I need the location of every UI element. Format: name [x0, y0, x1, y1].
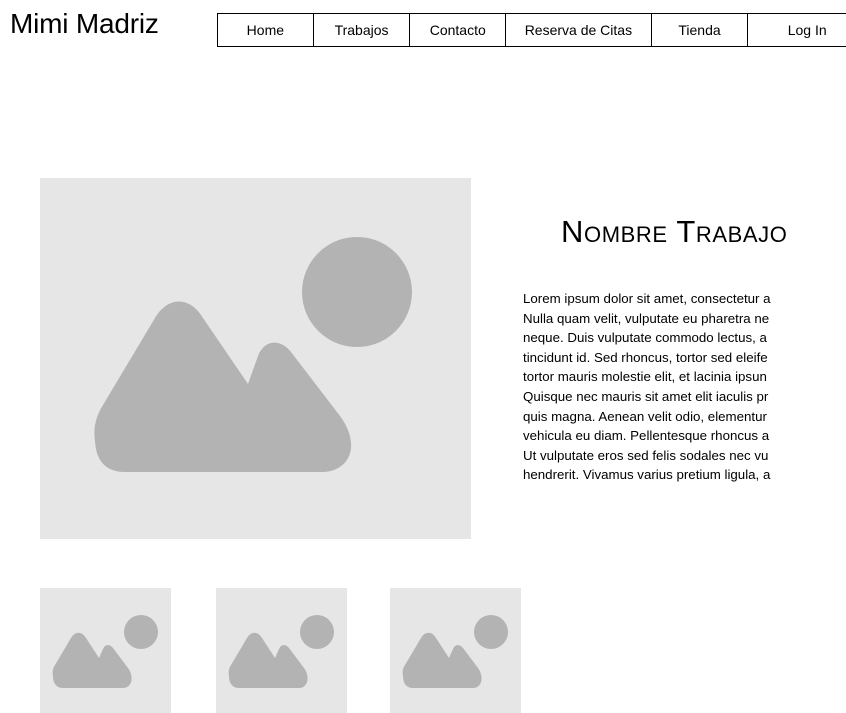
thumbnail-2[interactable]	[216, 588, 347, 713]
nav-item-tienda[interactable]: Tienda	[652, 14, 749, 46]
site-title[interactable]: Mimi Madriz	[10, 6, 159, 42]
description-line: hendrerit. Vivamus varius pretium ligula…	[523, 467, 771, 483]
thumbnail-3[interactable]	[390, 588, 521, 713]
description-line: neque. Duis vulputate commodo lectus, a	[523, 330, 767, 346]
description-line: Quisque nec mauris sit amet elit iaculis…	[523, 388, 769, 404]
nav-item-contacto[interactable]: Contacto	[410, 14, 507, 46]
description-line: Lorem ipsum dolor sit amet, consectetur …	[523, 291, 771, 306]
work-description: Lorem ipsum dolor sit amet, consectetur …	[523, 289, 771, 485]
image-placeholder-icon	[94, 237, 412, 472]
nav-item-trabajos[interactable]: Trabajos	[314, 14, 411, 46]
description-line: tortor mauris molestie elit, et lacinia …	[523, 369, 767, 385]
image-placeholder-icon	[228, 615, 334, 688]
description-line: Ut vulputate eros sed felis sodales nec …	[523, 447, 769, 463]
work-title: Nombre Trabajo	[561, 214, 788, 249]
description-line: vehicula eu diam. Pellentesque rhoncus a	[523, 428, 770, 444]
nav-item-reserva-de-citas[interactable]: Reserva de Citas	[506, 14, 652, 46]
image-placeholder-icon	[52, 615, 158, 688]
thumbnail-1[interactable]	[40, 588, 171, 713]
description-line: tincidunt id. Sed rhoncus, tortor sed el…	[523, 349, 768, 365]
nav-item-home[interactable]: Home	[218, 14, 314, 46]
description-line: quis magna. Aenean velit odio, elementur	[523, 408, 767, 424]
description-line: Nulla quam velit, vulputate eu pharetra …	[523, 310, 770, 326]
main-nav: Home Trabajos Contacto Reserva de Citas …	[217, 13, 846, 47]
main-work-image[interactable]	[40, 178, 471, 539]
nav-item-log-in[interactable]: Log In	[748, 14, 846, 46]
image-placeholder-icon	[402, 615, 508, 688]
